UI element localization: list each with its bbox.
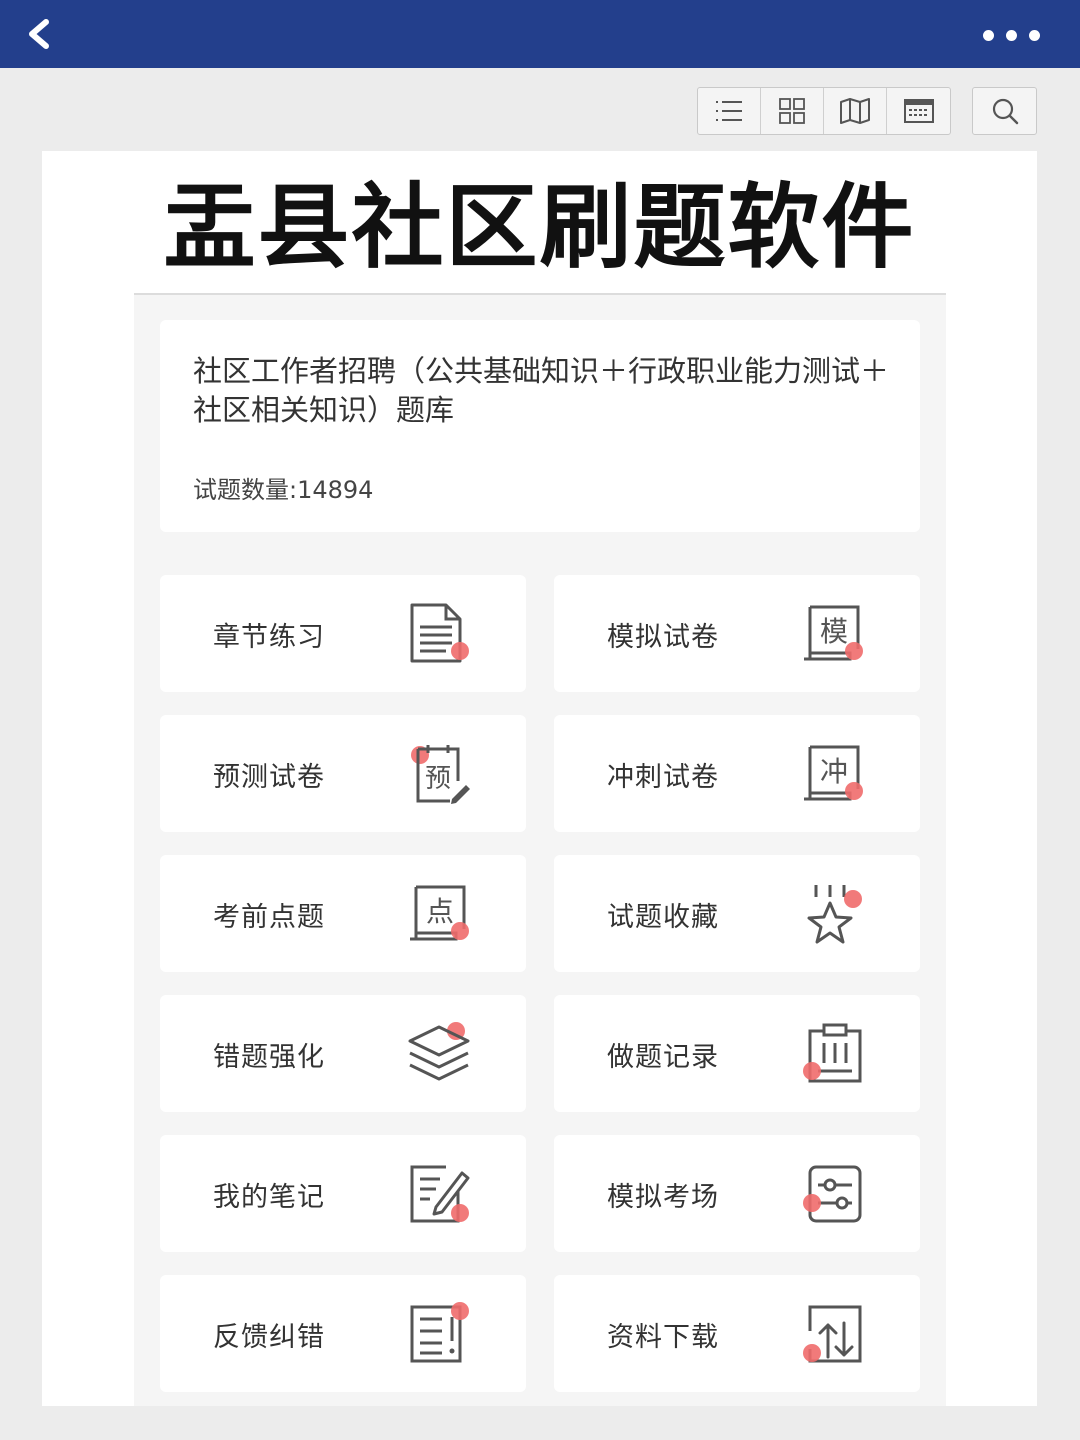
more-button[interactable] (983, 22, 1040, 48)
search-icon (992, 98, 1018, 125)
tile-feedback[interactable]: 反馈纠错 (160, 1275, 526, 1392)
svg-text:预: 预 (425, 764, 451, 794)
tile-label: 预测试卷 (213, 762, 325, 793)
mock-paper-icon: 模 (800, 601, 866, 667)
tile-label: 模拟考场 (607, 1182, 719, 1213)
search-button[interactable] (972, 87, 1037, 135)
page-title: 盂县社区刷题软件 (163, 174, 916, 281)
view-toolbar (697, 87, 951, 135)
list-icon (716, 101, 742, 121)
tile-label: 错题强化 (213, 1042, 325, 1073)
tile-label: 考前点题 (213, 902, 325, 933)
tile-my-notes[interactable]: 我的笔记 (160, 1135, 526, 1252)
tile-sprint-paper[interactable]: 冲刺试卷 冲 (554, 715, 920, 832)
svg-text:模: 模 (820, 615, 848, 648)
tile-label: 试题收藏 (607, 902, 719, 933)
tile-favorites[interactable]: 试题收藏 (554, 855, 920, 972)
tile-download[interactable]: 资料下载 (554, 1275, 920, 1392)
note-edit-icon (406, 1161, 472, 1227)
forecast-paper-icon: 预 (406, 741, 472, 807)
tile-forecast-paper[interactable]: 预测试卷 预 (160, 715, 526, 832)
tile-mock-paper[interactable]: 模拟试卷 模 (554, 575, 920, 692)
list-view-button[interactable] (698, 88, 761, 134)
calendar-icon (903, 99, 934, 123)
top-bar (0, 0, 1080, 68)
grid-icon (779, 98, 805, 124)
sliders-icon (800, 1161, 866, 1227)
key-points-icon: 点 (406, 881, 472, 947)
question-bank-card[interactable]: 社区工作者招聘（公共基础知识＋行政职业能力测试＋社区相关知识）题库 试题数量:1… (160, 320, 920, 532)
more-dots-icon (983, 29, 994, 41)
svg-text:冲: 冲 (820, 755, 848, 788)
question-bank-title: 社区工作者招聘（公共基础知识＋行政职业能力测试＋社区相关知识）题库 (193, 354, 890, 427)
tile-label: 做题记录 (607, 1042, 719, 1073)
tile-mock-exam-room[interactable]: 模拟考场 (554, 1135, 920, 1252)
document-icon (406, 601, 472, 667)
tile-chapter-practice[interactable]: 章节练习 (160, 575, 526, 692)
tile-label: 资料下载 (607, 1322, 719, 1353)
tile-label: 我的笔记 (213, 1182, 325, 1213)
tile-key-points[interactable]: 考前点题 点 (160, 855, 526, 972)
map-view-button[interactable] (824, 88, 887, 134)
clipboard-icon (800, 1021, 866, 1087)
tile-label: 章节练习 (213, 622, 325, 653)
chevron-left-icon (29, 19, 49, 49)
sprint-paper-icon: 冲 (800, 741, 866, 807)
map-icon (840, 98, 870, 124)
download-icon (800, 1301, 866, 1367)
star-icon (800, 881, 866, 947)
layers-icon (406, 1021, 472, 1087)
svg-text:点: 点 (426, 895, 454, 928)
grid-view-button[interactable] (761, 88, 824, 134)
feedback-icon (406, 1301, 472, 1367)
calendar-view-button[interactable] (887, 88, 950, 134)
content-page: 盂县社区刷题软件 社区工作者招聘（公共基础知识＋行政职业能力测试＋社区相关知识）… (42, 151, 1037, 1406)
tile-wrong-answers[interactable]: 错题强化 (160, 995, 526, 1112)
question-count: 试题数量:14894 (193, 476, 374, 504)
app-panel: 社区工作者招聘（公共基础知识＋行政职业能力测试＋社区相关知识）题库 试题数量:1… (134, 295, 946, 1406)
tile-label: 冲刺试卷 (607, 762, 719, 793)
back-button[interactable] (20, 14, 60, 54)
tile-label: 反馈纠错 (213, 1322, 325, 1353)
tile-answer-records[interactable]: 做题记录 (554, 995, 920, 1112)
tile-label: 模拟试卷 (607, 622, 719, 653)
